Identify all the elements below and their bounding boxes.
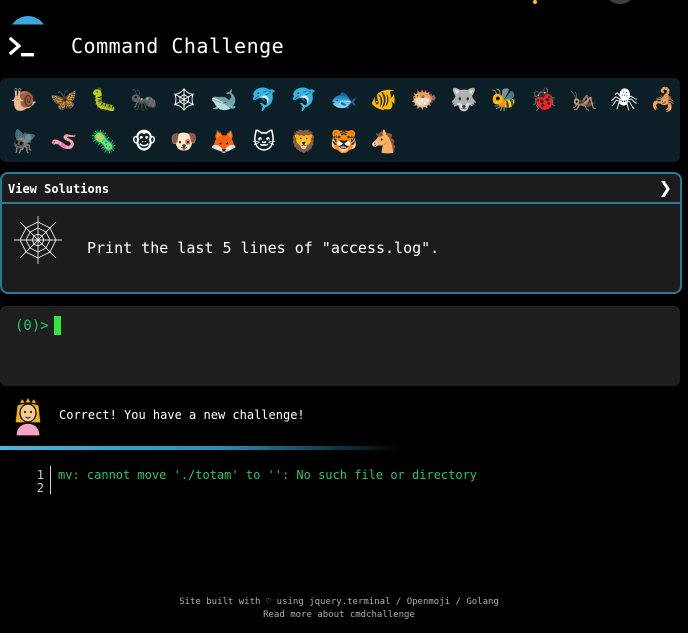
- view-solutions-label[interactable]: View Solutions: [8, 182, 109, 196]
- challenge-picker: 🐌 🦋 🐛 🐜 🕸 🐋 🐬 🐬 🐟 🐠 🐡 🐺 🐝 🐞 🦗 🕷 🦂 🪰 🪱 🦠 …: [0, 78, 680, 162]
- animal-row-2: 🪰 🪱 🦠 🐵 🐶 🦊 🐱 🦁 🐯 🐴: [4, 124, 404, 160]
- microbe-icon[interactable]: 🦠: [84, 124, 124, 160]
- princess-icon: [14, 395, 42, 437]
- challenge-description: Print the last 5 lines of "access.log".: [87, 239, 440, 257]
- footer: Site built with ♡ using jquery.terminal …: [0, 596, 678, 622]
- line-gutter: 1 2: [30, 466, 51, 495]
- dolphin-gray-icon[interactable]: 🐬: [284, 82, 324, 118]
- lion-icon[interactable]: 🦁: [284, 124, 324, 160]
- dog-icon[interactable]: 🐶: [164, 124, 204, 160]
- butterfly-icon[interactable]: 🦋: [44, 82, 84, 118]
- horse-icon[interactable]: 🐴: [364, 124, 404, 160]
- caterpillar-icon[interactable]: 🐛: [84, 82, 124, 118]
- tropical-fish-icon[interactable]: 🐠: [364, 82, 404, 118]
- snail-icon[interactable]: 🐌: [4, 82, 44, 118]
- footer-credits[interactable]: Site built with ♡ using jquery.terminal …: [0, 596, 678, 609]
- chevron-right-icon[interactable]: ❯: [659, 178, 672, 197]
- scorpion-icon[interactable]: 🦂: [644, 82, 684, 118]
- ant-icon[interactable]: 🐜: [124, 82, 164, 118]
- fish-icon[interactable]: 🐟: [324, 82, 364, 118]
- blowfish-icon[interactable]: 🐡: [404, 82, 444, 118]
- terminal[interactable]: (0)>: [0, 306, 680, 386]
- wolf-icon[interactable]: 🐺: [444, 82, 484, 118]
- fly-icon[interactable]: 🪰: [4, 124, 44, 160]
- terminal-cursor[interactable]: [54, 316, 61, 335]
- view-solutions-bar[interactable]: View Solutions ❯: [2, 174, 680, 204]
- monkey-icon[interactable]: 🐵: [124, 124, 164, 160]
- footer-about-link[interactable]: Read more about cmdchallenge: [0, 609, 678, 622]
- terminal-prompt-icon[interactable]: [9, 36, 37, 60]
- line-number: 1: [36, 468, 44, 482]
- header: Command Challenge: [0, 28, 688, 68]
- fox-icon[interactable]: 🦊: [204, 124, 244, 160]
- spark-icon: [533, 0, 537, 4]
- spider-web-icon: [14, 216, 62, 264]
- output-line: mv: cannot move './totam' to '': No such…: [58, 468, 478, 482]
- feedback-message: Correct! You have a new challenge!: [59, 408, 305, 422]
- circle-icon: [608, 0, 632, 4]
- cat-icon[interactable]: 🐱: [244, 124, 284, 160]
- bee-icon[interactable]: 🐝: [484, 82, 524, 118]
- worm-icon[interactable]: 🪱: [44, 124, 84, 160]
- whale-icon[interactable]: 🐋: [204, 82, 244, 118]
- line-number: 2: [36, 481, 44, 495]
- page: Command Challenge 🐌 🦋 🐛 🐜 🕸 🐋 🐬 🐬 🐟 🐠 🐡 …: [0, 0, 688, 633]
- spider-web-icon[interactable]: 🕸: [164, 82, 204, 118]
- tiger-icon[interactable]: 🐯: [324, 124, 364, 160]
- spider-icon[interactable]: 🕷: [604, 82, 644, 118]
- page-title[interactable]: Command Challenge: [71, 34, 284, 58]
- command-output: 1 2 mv: cannot move './totam' to '': No …: [0, 466, 688, 506]
- terminal-prompt: (0)>: [15, 318, 49, 334]
- challenge-card: View Solutions ❯ Print the last 5 lines …: [0, 172, 682, 294]
- dolphin-icon[interactable]: 🐬: [244, 82, 284, 118]
- animal-row-1: 🐌 🦋 🐛 🐜 🕸 🐋 🐬 🐬 🐟 🐠 🐡 🐺 🐝 🐞 🦗 🕷 🦂: [4, 82, 684, 118]
- ladybug-icon[interactable]: 🐞: [524, 82, 564, 118]
- feedback: Correct! You have a new challenge!: [0, 393, 688, 439]
- divider: [0, 446, 405, 450]
- cricket-icon[interactable]: 🦗: [564, 82, 604, 118]
